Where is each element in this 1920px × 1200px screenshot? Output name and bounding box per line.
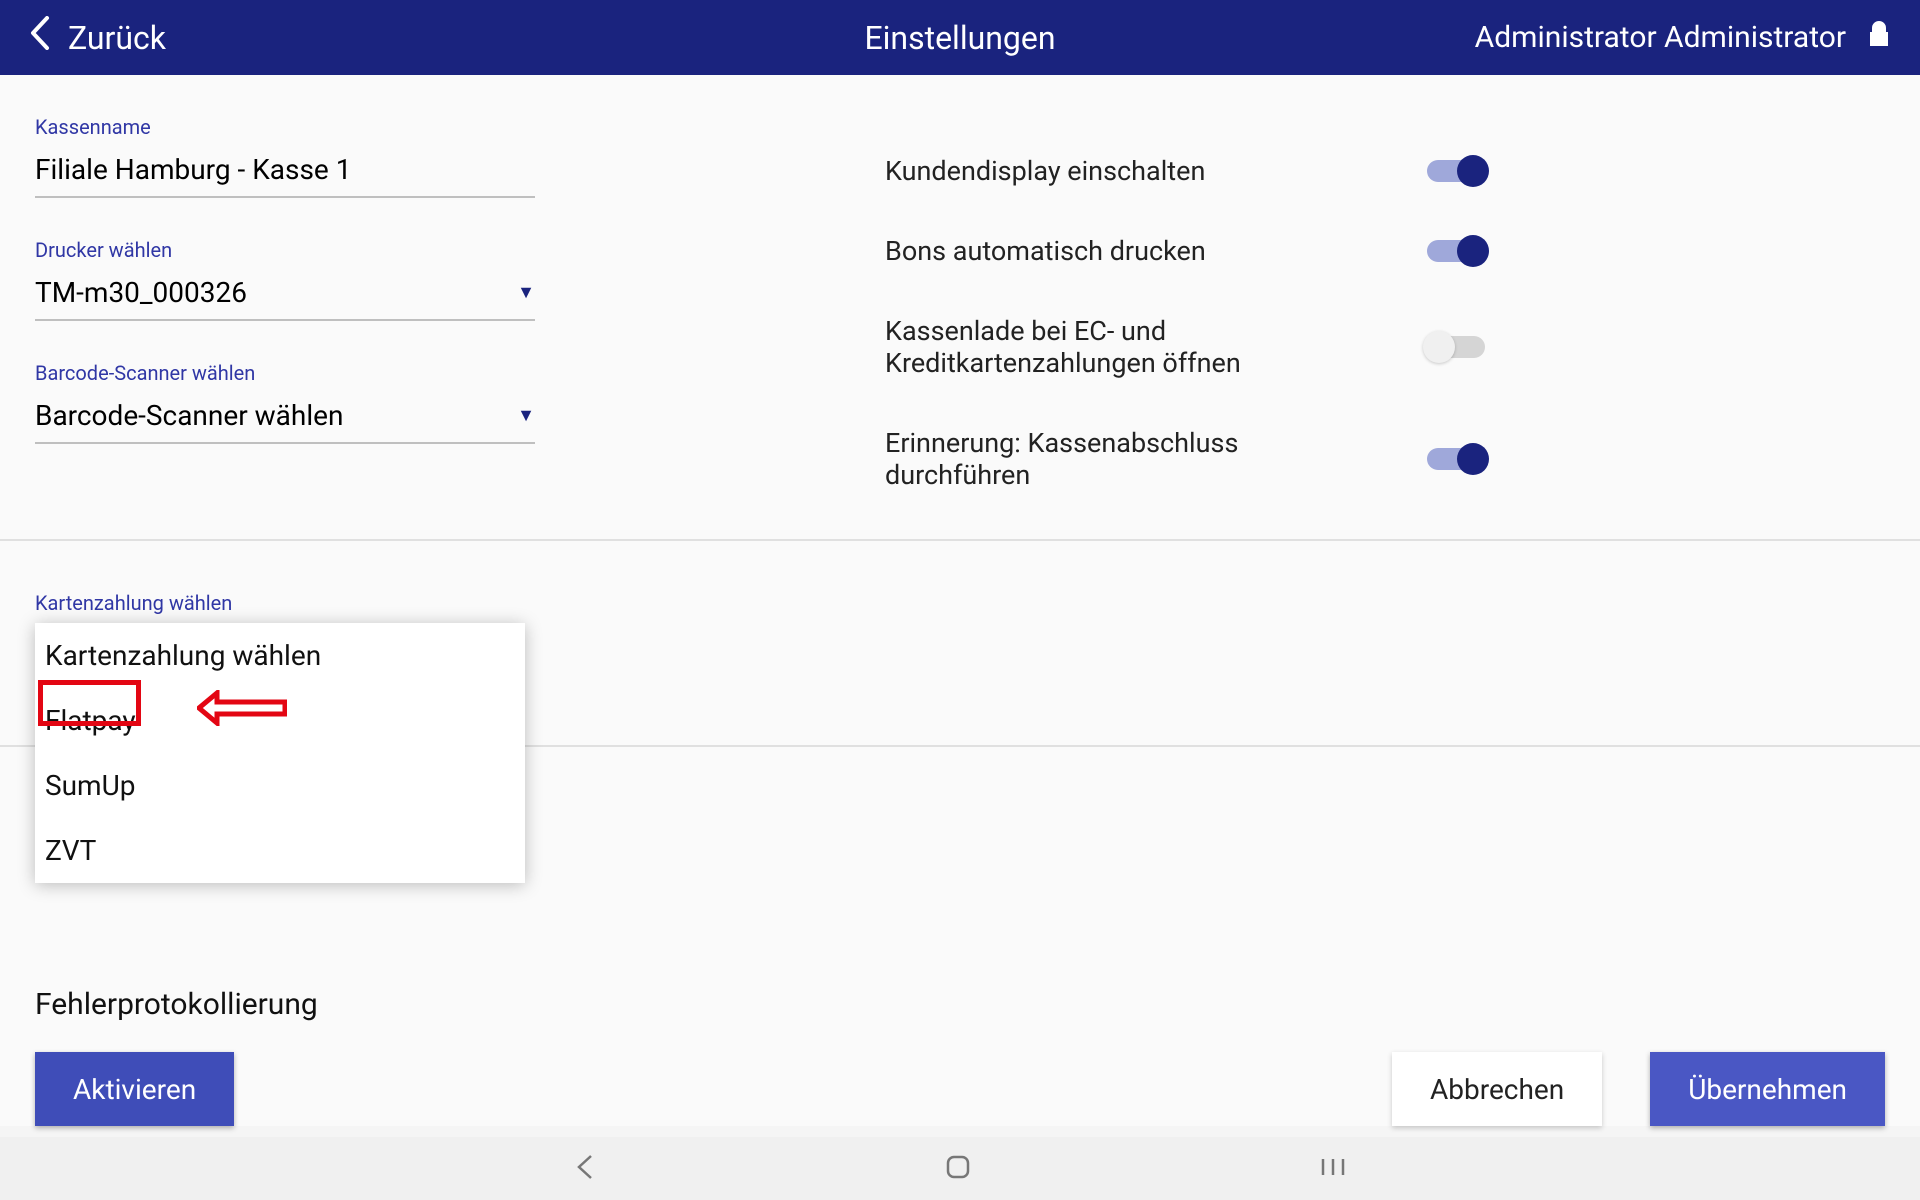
chevron-down-icon: ▼ bbox=[517, 405, 535, 426]
user-name: Administrator Administrator bbox=[1475, 20, 1846, 55]
dropdown-option-placeholder[interactable]: Kartenzahlung wählen bbox=[35, 623, 525, 688]
drawer-ec-toggle[interactable] bbox=[1427, 336, 1485, 358]
dropdown-option-zvt[interactable]: ZVT bbox=[35, 818, 525, 883]
card-payment-label: Kartenzahlung wählen bbox=[35, 591, 1885, 615]
barcode-label: Barcode-Scanner wählen bbox=[35, 361, 535, 385]
nav-home-icon[interactable] bbox=[944, 1153, 972, 1185]
nav-back-icon[interactable] bbox=[573, 1152, 597, 1186]
nav-recent-icon[interactable] bbox=[1319, 1155, 1347, 1183]
drawer-ec-label: Kassenlade bei EC- und Kreditkartenzahlu… bbox=[885, 315, 1285, 379]
register-name-field: Kassenname Filiale Hamburg - Kasse 1 bbox=[35, 115, 535, 198]
user-display: Administrator Administrator bbox=[1475, 20, 1890, 56]
app-header: Zurück Einstellungen Administrator Admin… bbox=[0, 0, 1920, 75]
auto-print-label: Bons automatisch drucken bbox=[885, 235, 1206, 267]
card-payment-dropdown: Kartenzahlung wählen Flatpay SumUp ZVT bbox=[35, 623, 525, 883]
reminder-close-label: Erinnerung: Kassenabschluss durchführen bbox=[885, 427, 1285, 491]
printer-field: Drucker wählen TM-m30_000326 ▼ bbox=[35, 238, 535, 321]
back-button[interactable]: Zurück bbox=[30, 16, 166, 59]
reminder-close-row: Erinnerung: Kassenabschluss durchführen bbox=[885, 427, 1485, 491]
dropdown-option-sumup[interactable]: SumUp bbox=[35, 753, 525, 818]
barcode-select[interactable]: Barcode-Scanner wählen ▼ bbox=[35, 393, 535, 444]
register-name-label: Kassenname bbox=[35, 115, 535, 139]
error-logging-section: Fehlerprotokollierung Aktivieren Abbrech… bbox=[35, 987, 1885, 1126]
printer-label: Drucker wählen bbox=[35, 238, 535, 262]
settings-content: Kassenname Filiale Hamburg - Kasse 1 Dru… bbox=[0, 75, 1920, 1126]
customer-display-label: Kundendisplay einschalten bbox=[885, 155, 1205, 187]
register-name-input[interactable]: Filiale Hamburg - Kasse 1 bbox=[35, 147, 535, 198]
error-logging-title: Fehlerprotokollierung bbox=[35, 987, 1885, 1022]
reminder-close-toggle[interactable] bbox=[1427, 448, 1485, 470]
card-payment-section: Kartenzahlung wählen Kartenzahlung wähle… bbox=[35, 541, 1885, 615]
auto-print-row: Bons automatisch drucken bbox=[885, 235, 1485, 267]
android-nav-bar bbox=[0, 1137, 1920, 1200]
customer-display-row: Kundendisplay einschalten bbox=[885, 155, 1485, 187]
printer-select[interactable]: TM-m30_000326 ▼ bbox=[35, 270, 535, 321]
page-title: Einstellungen bbox=[864, 19, 1055, 57]
chevron-down-icon: ▼ bbox=[517, 282, 535, 303]
back-label: Zurück bbox=[68, 19, 166, 57]
customer-display-toggle[interactable] bbox=[1427, 160, 1485, 182]
barcode-field: Barcode-Scanner wählen Barcode-Scanner w… bbox=[35, 361, 535, 444]
dropdown-option-flatpay[interactable]: Flatpay bbox=[35, 688, 525, 753]
apply-button[interactable]: Übernehmen bbox=[1650, 1052, 1885, 1126]
cancel-button[interactable]: Abbrechen bbox=[1392, 1052, 1602, 1126]
auto-print-toggle[interactable] bbox=[1427, 240, 1485, 262]
drawer-ec-row: Kassenlade bei EC- und Kreditkartenzahlu… bbox=[885, 315, 1485, 379]
activate-button[interactable]: Aktivieren bbox=[35, 1052, 234, 1126]
lock-icon[interactable] bbox=[1868, 20, 1890, 56]
chevron-left-icon bbox=[30, 16, 50, 59]
